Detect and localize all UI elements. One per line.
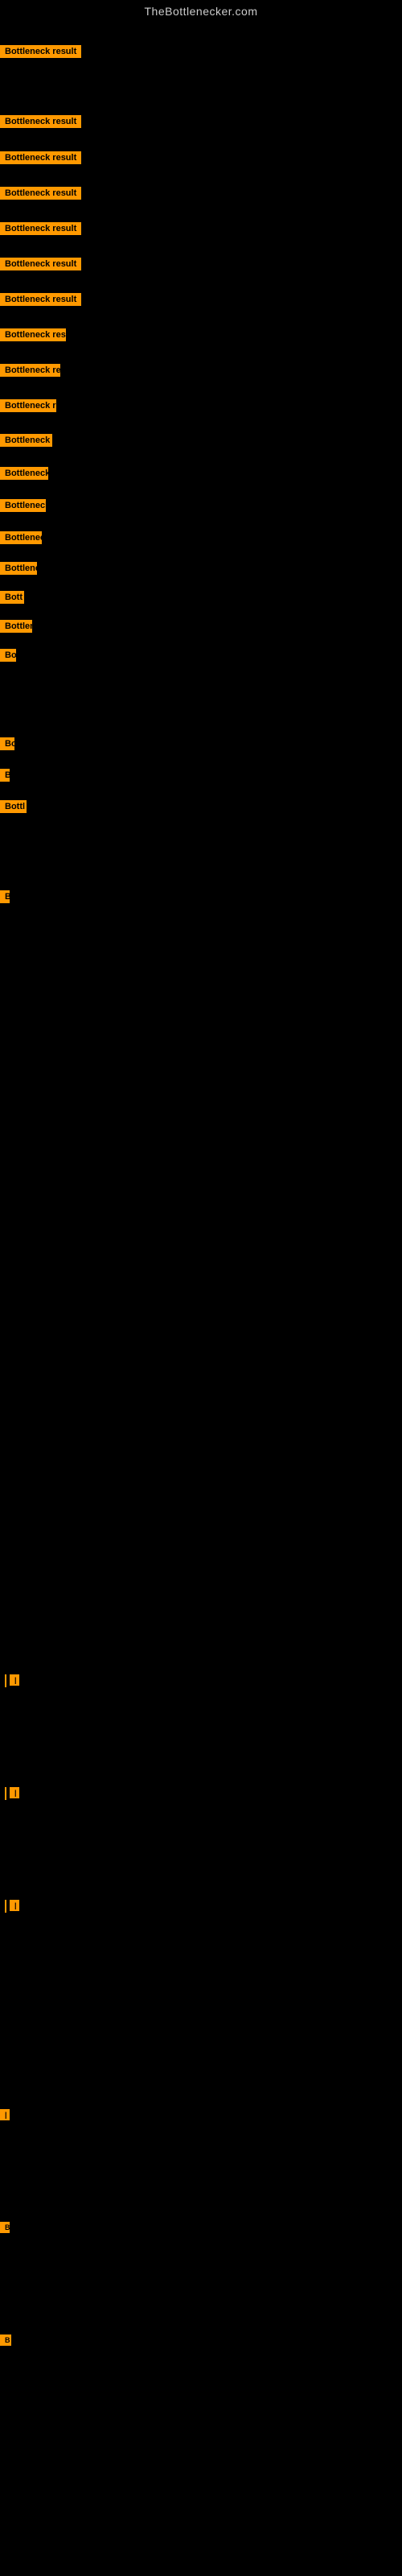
badge-6: Bottleneck result xyxy=(0,258,81,275)
badge-14: Bottleneck r xyxy=(0,531,42,548)
badge-18: Bo xyxy=(0,649,16,666)
badge-22: B xyxy=(0,890,10,907)
vertical-indicator-2 xyxy=(5,1787,6,1800)
vertical-indicator-1 xyxy=(5,1674,6,1687)
vertical-indicator-3 xyxy=(5,1900,6,1913)
badge-7: Bottleneck result xyxy=(0,293,81,310)
site-title: TheBottlenecker.com xyxy=(0,0,402,21)
badge-20: B xyxy=(0,769,10,786)
badge-lower-6: B xyxy=(0,2334,11,2350)
badge-4: Bottleneck result xyxy=(0,187,81,204)
badge-17: Bottlen xyxy=(0,620,32,637)
badge-10: Bottleneck resu xyxy=(0,399,56,416)
badge-lower-4: | xyxy=(0,2109,10,2124)
badge-2: Bottleneck result xyxy=(0,115,81,132)
badge-19: Bo xyxy=(0,737,14,754)
badge-12: Bottleneck re xyxy=(0,467,48,484)
badge-16: Bott xyxy=(0,591,24,608)
badge-13: Bottleneck re xyxy=(0,499,46,516)
badge-5: Bottleneck result xyxy=(0,222,81,239)
badge-21: Bottl xyxy=(0,800,27,817)
badge-lower-5: B xyxy=(0,2222,10,2237)
badge-lower-2: | xyxy=(10,1787,19,1802)
badge-lower-1: | xyxy=(10,1674,19,1690)
badge-1: Bottleneck result xyxy=(0,45,81,62)
badge-8: Bottleneck result xyxy=(0,328,66,345)
badge-11: Bottleneck res xyxy=(0,434,52,451)
badge-3: Bottleneck result xyxy=(0,151,81,168)
badge-15: Bottlenec xyxy=(0,562,37,579)
badge-9: Bottleneck resu xyxy=(0,364,60,381)
badge-lower-3: | xyxy=(10,1900,19,1915)
